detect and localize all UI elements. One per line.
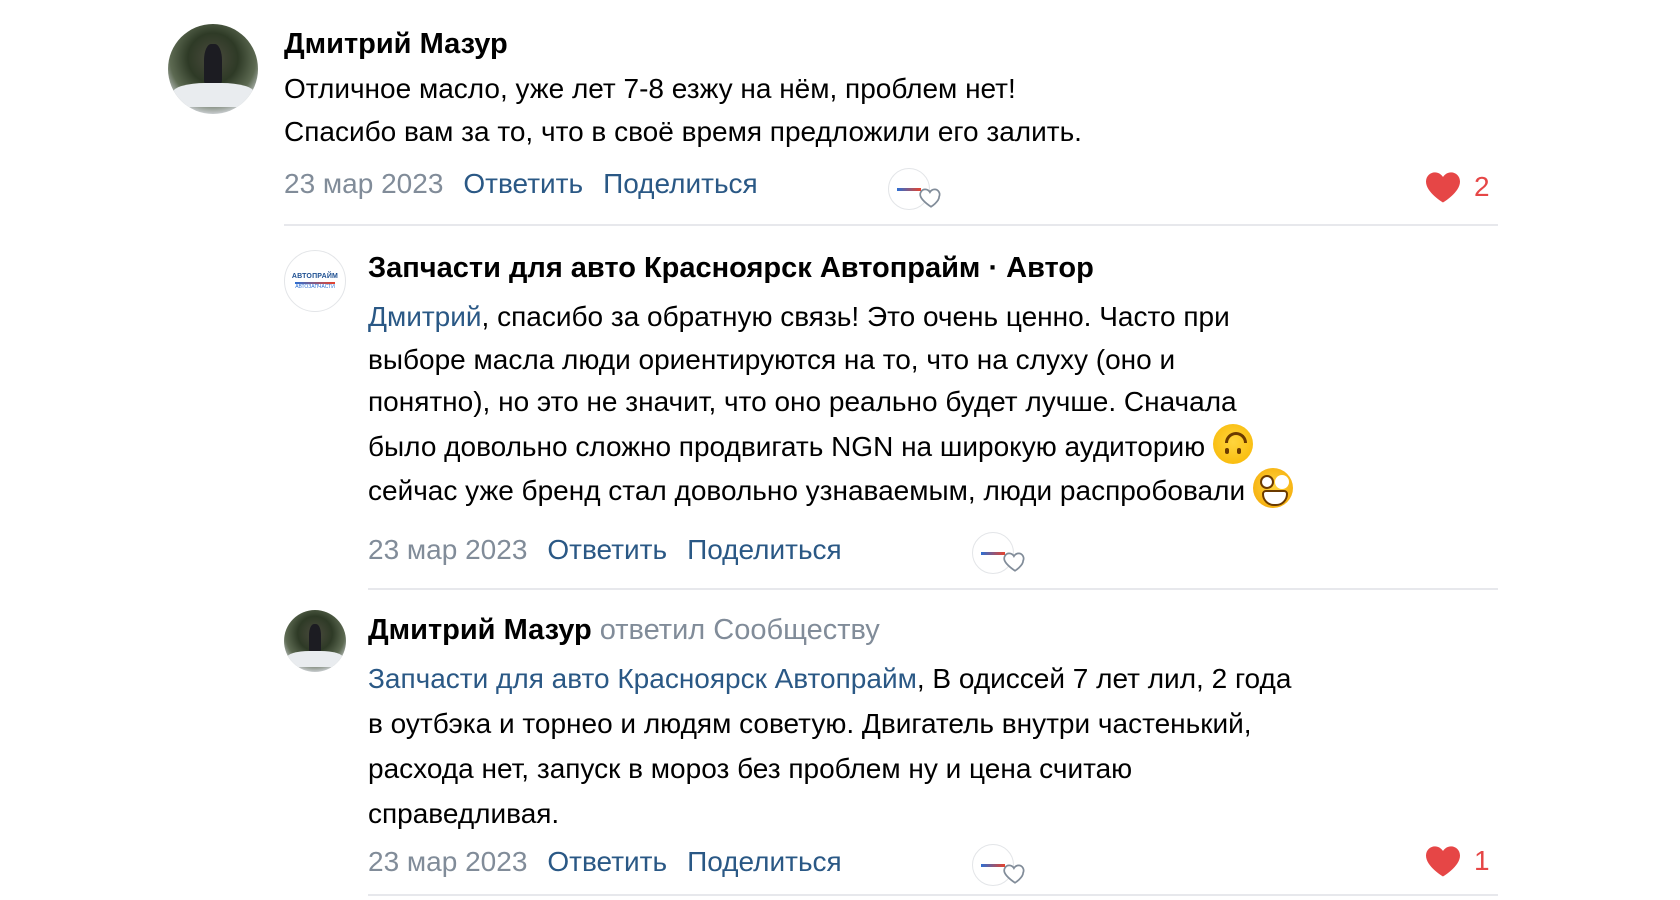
- share-button[interactable]: Поделиться: [687, 534, 842, 566]
- logo-text: АВТОПРАЙМ: [291, 272, 339, 280]
- comment-author[interactable]: Дмитрий Мазур: [284, 28, 508, 61]
- share-button[interactable]: Поделиться: [603, 168, 758, 200]
- mention-link[interactable]: Дмитрий: [368, 301, 482, 332]
- heart-outline-icon[interactable]: [1002, 860, 1028, 886]
- comment-meta: 23 мар 2023 Ответить Поделиться: [368, 846, 842, 878]
- comment-meta: 23 мар 2023 Ответить Поделиться: [284, 168, 758, 200]
- comment-date[interactable]: 23 мар 2023: [284, 168, 443, 200]
- comment-line-text: сейчас уже бренд стал довольно узнаваемы…: [368, 475, 1246, 506]
- comment-text: Дмитрий, спасибо за обратную связь! Это …: [368, 296, 1508, 513]
- like-counter[interactable]: 2: [1424, 170, 1490, 204]
- comment-line: выборе масла люди ориентируются на то, ч…: [368, 343, 1176, 375]
- share-button[interactable]: Поделиться: [687, 846, 842, 878]
- logo-subtext: АВТОЗАПЧАСТИ: [295, 283, 335, 290]
- comment-line-text: , спасибо за обратную связь! Это очень ц…: [481, 301, 1230, 332]
- author-name[interactable]: Дмитрий Мазур: [368, 614, 592, 646]
- comment-line-text: было довольно сложно продвигать NGN на ш…: [368, 430, 1206, 462]
- comment-author[interactable]: Запчасти для авто Красноярск Автопрайм ·…: [368, 252, 1094, 285]
- heart-filled-icon: [1426, 846, 1460, 877]
- divider: [368, 588, 1498, 590]
- reply-button[interactable]: Ответить: [547, 846, 667, 878]
- comment-line: сейчас уже бренд стал довольно узнаваемы…: [368, 468, 1508, 513]
- comment-text: Отличное масло, уже лет 7-8 езжу на нём,…: [284, 68, 1514, 153]
- comment-line: справедливая.: [368, 798, 560, 829]
- like-count: 1: [1474, 845, 1490, 876]
- like-count: 2: [1474, 171, 1490, 202]
- comment-line: Спасибо вам за то, что в своё время пред…: [284, 115, 1082, 147]
- mention-link[interactable]: Запчасти для авто Красноярск Автопрайм: [368, 663, 917, 694]
- divider: [368, 894, 1498, 896]
- comment-line: расхода нет, запуск в мороз без проблем …: [368, 753, 1133, 784]
- heart-outline-icon[interactable]: [1002, 548, 1028, 574]
- comment-text: Запчасти для авто Красноярск Автопрайм, …: [368, 656, 1508, 836]
- comment-line: в оутбэка и торнео и людям советую. Двиг…: [368, 708, 1252, 739]
- heart-filled-icon: [1426, 172, 1460, 203]
- comment-line: Дмитрий, спасибо за обратную связь! Это …: [368, 296, 1508, 339]
- comment-line-text: , В одиссей 7 лет лил, 2 года: [916, 663, 1292, 694]
- comment-meta: 23 мар 2023 Ответить Поделиться: [368, 534, 842, 566]
- heart-outline-icon[interactable]: [918, 184, 944, 210]
- comment-line: было довольно сложно продвигать NGN на ш…: [368, 423, 1508, 469]
- comment-author[interactable]: Дмитрий Мазур ответил Сообществу: [368, 614, 880, 647]
- comment-line: Отличное масло, уже лет 7-8 езжу на нём,…: [284, 73, 1016, 104]
- divider: [284, 224, 1498, 226]
- community-avatar[interactable]: АВТОПРАЙМ АВТОЗАПЧАСТИ: [284, 250, 346, 312]
- comment-date[interactable]: 23 мар 2023: [368, 534, 527, 566]
- author-badge: · Автор: [980, 252, 1094, 284]
- grinning-face-emoji: [1253, 468, 1294, 508]
- reply-context: ответил Сообществу: [591, 614, 880, 646]
- comment-line: понятно), но это не значит, что оно реал…: [368, 386, 1237, 417]
- reply-button[interactable]: Ответить: [463, 168, 583, 200]
- user-avatar[interactable]: [168, 24, 258, 114]
- author-name[interactable]: Запчасти для авто Красноярск Автопрайм: [368, 252, 980, 284]
- comment-line: Запчасти для авто Красноярск Автопрайм, …: [368, 656, 1508, 701]
- user-avatar[interactable]: [284, 610, 346, 672]
- like-counter[interactable]: 1: [1424, 844, 1490, 878]
- comment-date[interactable]: 23 мар 2023: [368, 846, 527, 878]
- upside-down-face-emoji: [1213, 423, 1254, 464]
- reply-button[interactable]: Ответить: [547, 534, 667, 566]
